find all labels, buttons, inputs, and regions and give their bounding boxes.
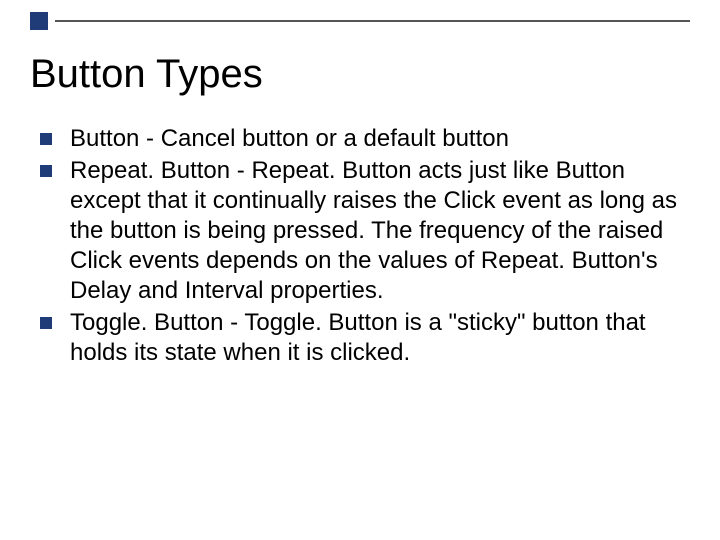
bullet-list: Button - Cancel button or a default butt… [30,124,690,368]
square-bullet-icon [40,165,52,177]
bullet-text: Repeat. Button - Repeat. Button acts jus… [70,156,690,306]
list-item: Repeat. Button - Repeat. Button acts jus… [40,156,690,306]
accent-square-icon [30,12,48,30]
slide-title: Button Types [30,52,690,96]
bullet-text: Toggle. Button - Toggle. Button is a "st… [70,308,690,368]
slide: Button Types Button - Cancel button or a… [0,0,720,540]
square-bullet-icon [40,317,52,329]
square-bullet-icon [40,133,52,145]
accent-rule [55,20,690,22]
bullet-text: Button - Cancel button or a default butt… [70,124,509,154]
list-item: Button - Cancel button or a default butt… [40,124,690,154]
list-item: Toggle. Button - Toggle. Button is a "st… [40,308,690,368]
